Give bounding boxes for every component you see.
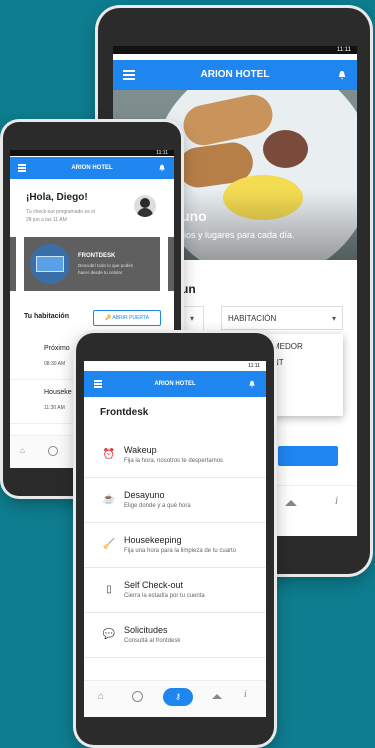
room-dropdown-label: HABITACIÓN <box>228 314 277 323</box>
alarm-icon: ⏰ <box>102 449 116 460</box>
menu-icon[interactable] <box>123 74 135 76</box>
left-dropdown[interactable]: ▾ <box>181 306 204 332</box>
status-bar: 11:11 <box>113 46 357 54</box>
item-desc: Fija una hora para la limpieza de tu cua… <box>124 548 237 554</box>
carousel-prev-card[interactable] <box>10 237 16 291</box>
item-desc: Fija la hora, nosotros te despertamos <box>124 458 224 464</box>
list-item-title: Próximo <box>44 345 70 352</box>
item-title: Solicitudes <box>124 625 168 635</box>
bell-fold-icon[interactable] <box>285 500 297 506</box>
app-title: ARION HOTEL <box>200 69 270 80</box>
section-title: un <box>181 282 196 296</box>
item-desc: Consultá al frontdesk <box>124 638 181 644</box>
app-title: ARION HOTEL <box>154 381 196 387</box>
broom-icon: 🧹 <box>102 539 116 550</box>
status-time: 11:11 <box>248 363 260 369</box>
bell-icon[interactable] <box>158 164 166 172</box>
hero-subtitle: rios y lugares para cada día. <box>181 230 295 240</box>
list-item-time: 08:30 AM <box>44 361 66 367</box>
status-bar: 11:11 <box>84 361 266 371</box>
menu-icon[interactable] <box>94 383 102 385</box>
hero-title: uno <box>181 208 207 224</box>
item-desc: Cierra la estadía por tu cuenta <box>124 593 205 599</box>
room-label: Tu habitación <box>24 313 69 320</box>
bell-fold-icon[interactable] <box>212 694 222 699</box>
greeting: ¡Hola, Diego! <box>26 192 88 203</box>
info-icon[interactable]: i <box>244 690 247 700</box>
frontdesk-item-checkout[interactable]: ▯ Self Check-out Cierra la estadía por t… <box>84 568 266 613</box>
status-time: 11:11 <box>156 150 168 156</box>
list-item-title: Houseke <box>44 389 72 396</box>
door-icon: ▯ <box>106 584 112 595</box>
frontdesk-item-housekeeping[interactable]: 🧹 Housekeeping Fija una hora para la lim… <box>84 523 266 568</box>
item-title: Wakeup <box>124 445 157 455</box>
card-desc-1: Descubrí todo lo que podés <box>78 263 134 268</box>
dropdown-option[interactable]: MEDOR <box>273 342 303 351</box>
checkout-line-2: 28 jun a las 11 AM <box>26 217 67 223</box>
item-title: Housekeeping <box>124 535 182 545</box>
card-illustration <box>30 244 70 284</box>
card-desc-2: hacer desde tu celular <box>78 270 123 275</box>
coffee-icon: ☕ <box>102 494 116 505</box>
frontdesk-card[interactable]: FRONTDESK Descubrí todo lo que podés hac… <box>24 237 160 291</box>
chat-icon: 💬 <box>102 629 116 640</box>
list-item-time: 11:30 AM <box>44 405 65 411</box>
app-bar: ARION HOTEL <box>10 157 174 179</box>
status-time: 11:11 <box>336 47 351 53</box>
item-desc: Elige donde y a qué hora <box>124 503 191 509</box>
checkout-line-1: Tu check-out programado es el <box>26 209 96 215</box>
frontdesk-item-wakeup[interactable]: ⏰ Wakeup Fija la hora, nosotros te despe… <box>84 433 266 478</box>
carousel-next-card[interactable] <box>168 237 174 291</box>
dropdown-option[interactable]: NT <box>273 358 284 367</box>
info-icon[interactable]: i <box>335 496 338 507</box>
room-dropdown[interactable]: HABITACIÓN ▾ <box>221 306 343 330</box>
primary-button[interactable] <box>278 446 338 466</box>
bell-icon[interactable] <box>248 380 256 388</box>
front-phone: 11:11 ARION HOTEL Frontdesk ⏰ Wakeup Fij… <box>76 333 274 745</box>
profile-icon[interactable] <box>48 446 58 456</box>
open-door-label: ABRIR PUERTA <box>112 315 149 321</box>
menu-icon[interactable] <box>18 167 26 169</box>
app-bar: ARION HOTEL <box>84 371 266 397</box>
app-bar: ARION HOTEL <box>113 60 357 90</box>
front-phone-screen: 11:11 ARION HOTEL Frontdesk ⏰ Wakeup Fij… <box>84 361 266 717</box>
item-title: Desayuno <box>124 490 165 500</box>
app-title: ARION HOTEL <box>71 165 113 171</box>
item-title: Self Check-out <box>124 580 184 590</box>
avatar[interactable] <box>134 195 156 217</box>
page-title: Frontdesk <box>100 407 149 418</box>
status-bar: 11:11 <box>10 150 174 156</box>
bottom-nav: ⌂ ⚷ i <box>84 680 266 717</box>
home-icon[interactable]: ⌂ <box>20 446 25 455</box>
card-title: FRONTDESK <box>78 253 116 259</box>
profile-icon[interactable] <box>132 691 143 702</box>
bell-icon[interactable] <box>337 70 347 80</box>
chevron-down-icon: ▾ <box>331 314 336 323</box>
frontdesk-item-solicitudes[interactable]: 💬 Solicitudes Consultá al frontdesk <box>84 613 266 658</box>
frontdesk-item-desayuno[interactable]: ☕ Desayuno Elige donde y a qué hora <box>84 478 266 523</box>
key-icon[interactable]: ⚷ <box>163 688 193 706</box>
home-icon[interactable]: ⌂ <box>98 691 104 702</box>
open-door-button[interactable]: 🔑 ABRIR PUERTA <box>93 310 161 326</box>
